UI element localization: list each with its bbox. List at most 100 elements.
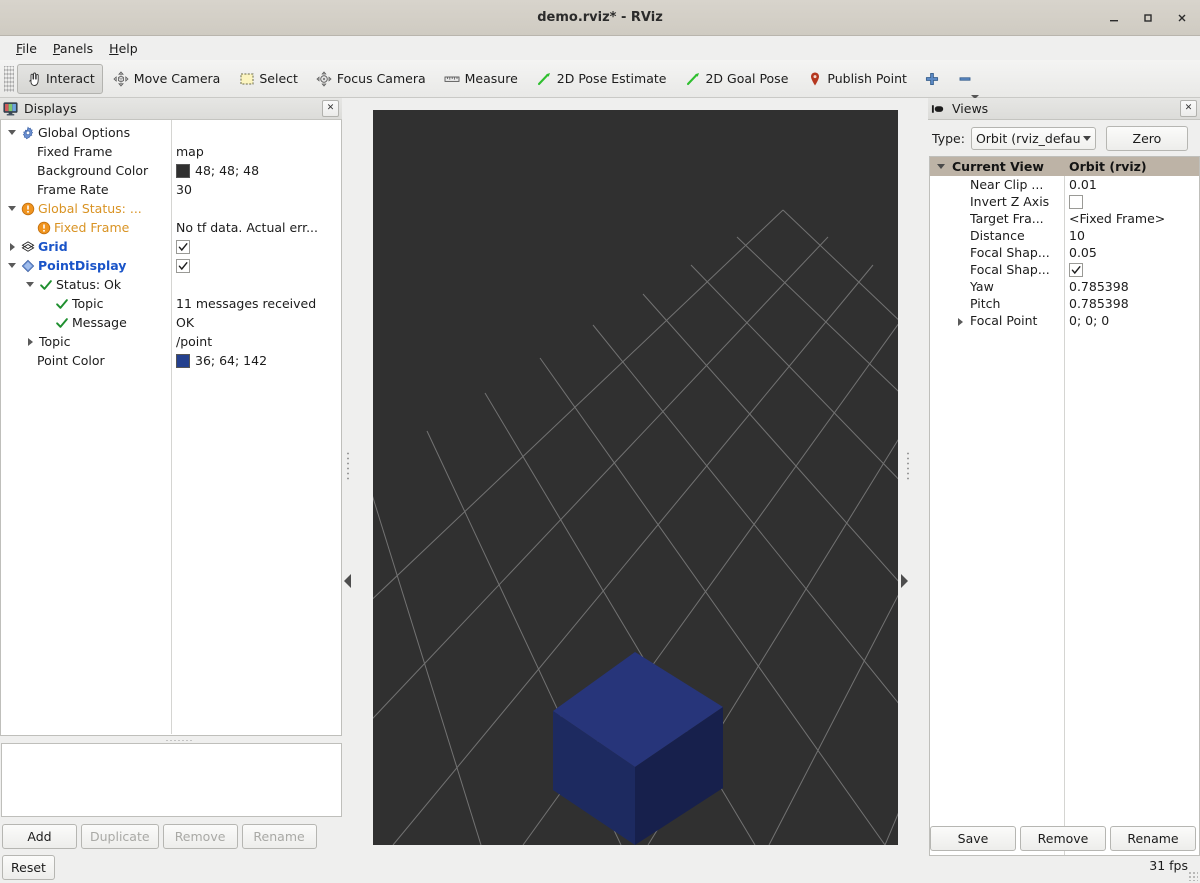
tool-measure[interactable]: Measure [436, 64, 526, 94]
displays-tree-row[interactable]: Fixed Frame map [1, 142, 341, 161]
tool-interact[interactable]: Interact [17, 64, 103, 94]
chevron-down-icon[interactable] [8, 130, 16, 135]
views-row-value[interactable]: 0.05 [1069, 244, 1097, 261]
remove-view-button[interactable]: Remove [1020, 826, 1106, 851]
zero-button[interactable]: Zero [1106, 126, 1188, 151]
views-tree-row[interactable]: Focal Point0; 0; 0 [930, 312, 1199, 329]
resize-grip[interactable] [1188, 871, 1198, 881]
displays-tree-row[interactable]: Topic/point [1, 332, 341, 351]
displays-tree-row[interactable]: Global Options [1, 123, 341, 142]
visibility-checkbox[interactable] [176, 259, 190, 273]
tree-row-value[interactable] [176, 256, 190, 275]
collapse-left-arrow-icon[interactable] [344, 574, 351, 588]
views-row-value[interactable]: 0; 0; 0 [1069, 312, 1109, 329]
chevron-down-icon[interactable] [8, 206, 16, 211]
rename-view-button[interactable]: Rename [1110, 826, 1196, 851]
views-row-value[interactable]: 0.785398 [1069, 295, 1129, 312]
minimize-icon[interactable] [1104, 8, 1124, 28]
chevron-down-icon[interactable] [26, 282, 34, 287]
tool-2d-pose-estimate[interactable]: 2D Pose Estimate [528, 64, 675, 94]
tree-indent-spacer [23, 146, 34, 157]
views-row-value[interactable]: 0.785398 [1069, 278, 1129, 295]
tool-remove-tool-button[interactable] [950, 64, 981, 94]
tree-row-label: Status: Ok [56, 277, 121, 292]
menu-file[interactable]: File [8, 39, 45, 58]
views-row-value[interactable]: 0.01 [1069, 176, 1097, 193]
current-view-header-row[interactable]: Current View Orbit (rviz) [930, 157, 1199, 176]
3d-viewport[interactable] [373, 110, 898, 845]
displays-tree-row[interactable]: PointDisplay [1, 256, 341, 275]
views-row-value[interactable]: <Fixed Frame> [1069, 210, 1165, 227]
rename-button[interactable]: Rename [242, 824, 317, 849]
tool-publish-point[interactable]: Publish Point [798, 64, 915, 94]
tree-row-value[interactable]: 36; 64; 142 [176, 351, 267, 370]
menu-help[interactable]: Help [101, 39, 146, 58]
view-type-select[interactable]: Orbit (rviz_defau [971, 127, 1096, 150]
tree-row-value[interactable]: No tf data. Actual err... [176, 218, 318, 237]
color-swatch[interactable] [176, 164, 190, 178]
chevron-down-icon[interactable] [937, 164, 945, 169]
views-checkbox[interactable] [1069, 195, 1083, 209]
displays-tree-row[interactable]: Point Color36; 64; 142 [1, 351, 341, 370]
chevron-right-icon[interactable] [958, 318, 963, 326]
save-view-button[interactable]: Save [930, 826, 1016, 851]
views-tree-row[interactable]: Target Fra...<Fixed Frame> [930, 210, 1199, 227]
chevron-right-icon[interactable] [10, 243, 15, 251]
tool-move-camera[interactable]: Move Camera [105, 64, 229, 94]
views-close-icon[interactable]: ✕ [1180, 100, 1197, 117]
tool-move-camera-label: Move Camera [134, 71, 221, 86]
displays-tree-row[interactable]: MessageOK [1, 313, 341, 332]
views-tree-row[interactable]: Invert Z Axis [930, 193, 1199, 210]
visibility-checkbox[interactable] [176, 240, 190, 254]
displays-tree-row[interactable]: Fixed FrameNo tf data. Actual err... [1, 218, 341, 237]
displays-tree-row[interactable]: Frame Rate30 [1, 180, 341, 199]
chevron-down-icon[interactable] [8, 263, 16, 268]
displays-tree-row[interactable]: Background Color48; 48; 48 [1, 161, 341, 180]
left-splitter[interactable] [342, 110, 355, 845]
tree-row-value[interactable]: 30 [176, 180, 192, 199]
tree-row-name: Fixed Frame [23, 142, 112, 161]
views-tree-row[interactable]: Yaw0.785398 [930, 278, 1199, 295]
tree-row-value[interactable] [176, 237, 190, 256]
collapse-right-arrow-icon[interactable] [901, 574, 908, 588]
remove-button[interactable]: Remove [163, 824, 238, 849]
right-splitter[interactable] [898, 110, 911, 845]
toolbar-grip[interactable] [4, 66, 14, 92]
add-button[interactable]: Add [2, 824, 77, 849]
views-row-value[interactable] [1069, 261, 1083, 278]
views-tree-row[interactable]: Focal Shap...0.05 [930, 244, 1199, 261]
views-tree-row[interactable]: Focal Shap... [930, 261, 1199, 278]
tree-row-value[interactable]: map [176, 142, 204, 161]
tool-focus-camera[interactable]: Focus Camera [308, 64, 434, 94]
views-tree[interactable]: Current View Orbit (rviz) Near Clip ...0… [929, 156, 1200, 856]
color-swatch[interactable] [176, 354, 190, 368]
tree-row-value[interactable]: OK [176, 313, 194, 332]
tree-row-value[interactable]: 48; 48; 48 [176, 161, 259, 180]
views-tree-row[interactable]: Near Clip ...0.01 [930, 176, 1199, 193]
menu-panels[interactable]: Panels [45, 39, 101, 58]
views-row-value[interactable] [1069, 193, 1083, 210]
move-camera-icon [113, 70, 130, 87]
duplicate-button[interactable]: Duplicate [81, 824, 159, 849]
tree-row-value[interactable]: 11 messages received [176, 294, 316, 313]
tool-select[interactable]: Select [230, 64, 306, 94]
close-icon[interactable] [1172, 8, 1192, 28]
views-tree-row[interactable]: Pitch0.785398 [930, 295, 1199, 312]
displays-tree-row[interactable]: Status: Ok [1, 275, 341, 294]
ruler-icon [444, 70, 461, 87]
views-tree-row[interactable]: Distance10 [930, 227, 1199, 244]
tool-2d-goal-pose[interactable]: 2D Goal Pose [676, 64, 796, 94]
views-row-value[interactable]: 10 [1069, 227, 1085, 244]
reset-button[interactable]: Reset [2, 855, 55, 880]
tool-focus-camera-label: Focus Camera [337, 71, 426, 86]
displays-close-icon[interactable]: ✕ [322, 100, 339, 117]
displays-tree-row[interactable]: Global Status: ... [1, 199, 341, 218]
displays-tree-row[interactable]: Grid [1, 237, 341, 256]
displays-tree-row[interactable]: Topic11 messages received [1, 294, 341, 313]
displays-tree[interactable]: Global OptionsFixed Frame mapBackground C… [0, 120, 342, 736]
tool-add-tool-button[interactable] [917, 64, 948, 94]
maximize-icon[interactable] [1138, 8, 1158, 28]
chevron-right-icon[interactable] [28, 338, 33, 346]
views-checkbox[interactable] [1069, 263, 1083, 277]
tree-row-value[interactable]: /point [176, 332, 212, 351]
